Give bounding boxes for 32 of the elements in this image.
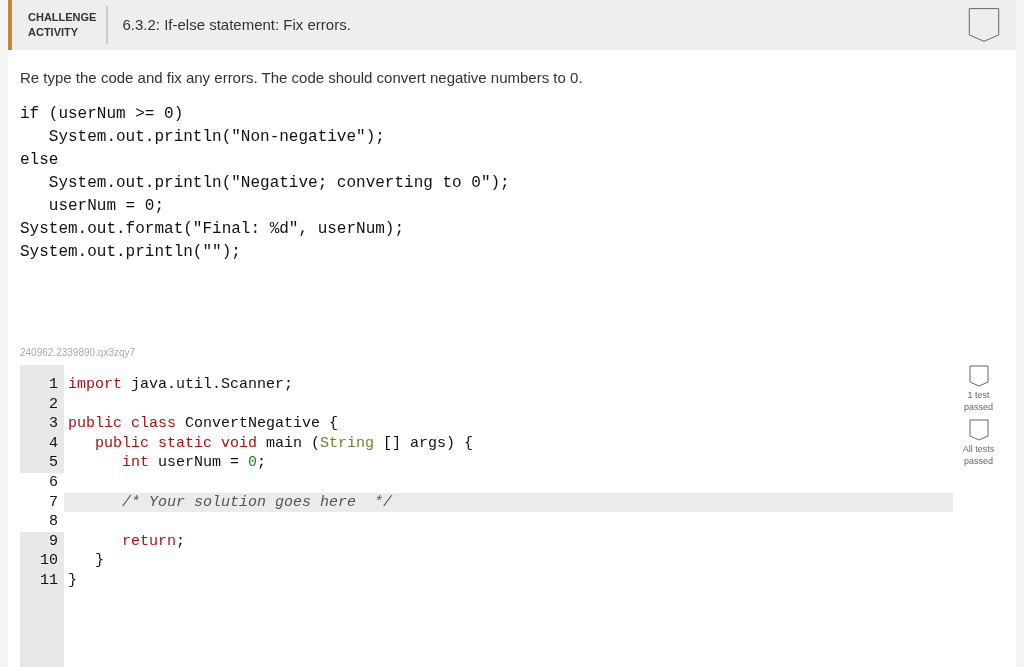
- code-token: String: [320, 433, 375, 454]
- test-status: 1 test passed: [963, 389, 994, 413]
- activity-title: 6.3.2: If-else statement: Fix errors.: [122, 14, 351, 35]
- activity-id: 240962.2339890.qx3zqy7: [20, 347, 137, 359]
- activity-label: ACTIVITY: [28, 25, 80, 40]
- line-number: 8: [20, 512, 64, 532]
- given-code: if (userNum >= 0) System.out.println("Non-negative"); else System.out.println("Negative; converting to 0"); userNum = 0; System.out.format("Final: %d", userNum); System.out.println("");: [20, 104, 511, 263]
- badge-icon: [968, 365, 989, 387]
- code-token: return: [121, 531, 177, 552]
- code-token: ;: [176, 531, 186, 552]
- test-status: All tests passed: [961, 443, 996, 467]
- code-token: ConvertNegative {: [184, 414, 339, 434]
- code-token: }: [68, 570, 77, 591]
- code-token: public static void: [94, 433, 258, 454]
- code-token: java.util.Scanner;: [130, 375, 294, 395]
- line-number: 6: [20, 472, 64, 493]
- code-token: main (: [265, 433, 321, 454]
- code-token: [] args) {: [382, 433, 474, 454]
- code-token: int: [121, 453, 149, 473]
- code-token: ;: [257, 453, 267, 473]
- badge-icon: [966, 7, 1002, 43]
- code-token: userNum =: [157, 453, 241, 473]
- code-token: import: [68, 375, 122, 395]
- activity-label: CHALLENGE: [28, 10, 97, 25]
- badge-icon: [968, 419, 989, 441]
- code-token: 0: [248, 453, 258, 473]
- code-token: /* Your solution goes here */: [121, 492, 393, 513]
- instructions: Re type the code and fix any errors. The code should convert negative numbers to 0.: [20, 68, 584, 88]
- line-number: 7: [20, 492, 64, 513]
- code-token: }: [94, 551, 104, 571]
- code-editor[interactable]: 1 import java.util.Scanner; 2 3 public class ConvertNegative { 4 public static void main (String [] args) { 5 int userNum = 0; 6 7 /* Your solution goes here */ 8 9 return; 10 } 11 }: [20, 365, 953, 667]
- code-token: public class: [68, 414, 177, 434]
